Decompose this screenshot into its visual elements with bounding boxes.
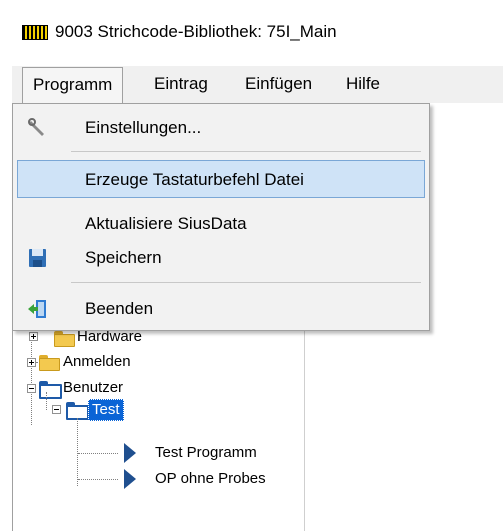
- menu-item-beenden[interactable]: Beenden: [17, 290, 425, 328]
- barcode-icon: [22, 25, 48, 41]
- tree-item-test-programm[interactable]: Test Programm: [155, 443, 257, 463]
- wrench-icon: [28, 118, 44, 136]
- program-arrow-icon: [124, 443, 136, 463]
- tree-item-test[interactable]: Test: [88, 399, 124, 421]
- tree-line: [46, 392, 48, 410]
- menu-item-label: Einstellungen...: [85, 118, 202, 137]
- menu-item-label: Speichern: [85, 248, 162, 267]
- tree-line: [77, 418, 79, 486]
- folder-icon: [54, 331, 75, 347]
- expander-hardware[interactable]: [29, 332, 38, 341]
- expander-anmelden[interactable]: [27, 358, 36, 367]
- tree-item-benutzer[interactable]: Benutzer: [63, 378, 123, 398]
- menu-programm[interactable]: Programm: [22, 67, 124, 103]
- menu-item-erzeuge-tastaturbefehl-datei[interactable]: Erzeuge Tastaturbefehl Datei: [17, 160, 425, 198]
- title-bar: 9003 Strichcode-Bibliothek: 75I_Main: [0, 0, 503, 66]
- expander-test[interactable]: [52, 405, 61, 414]
- menu-hilfe[interactable]: Hilfe: [336, 66, 390, 101]
- tree-line: [78, 479, 118, 481]
- menu-einfuegen[interactable]: Einfügen: [235, 66, 322, 101]
- programm-dropdown-menu: Einstellungen... Erzeuge Tastaturbefehl …: [12, 103, 430, 331]
- menu-separator: [71, 151, 421, 152]
- menu-item-speichern[interactable]: Speichern: [17, 239, 425, 277]
- folder-open-icon: [66, 402, 89, 420]
- tree-line: [31, 329, 33, 425]
- menu-item-einstellungen[interactable]: Einstellungen...: [17, 109, 425, 147]
- floppy-disk-icon: [29, 249, 46, 267]
- exit-door-icon: [28, 300, 46, 318]
- menu-eintrag[interactable]: Eintrag: [144, 66, 218, 101]
- folder-icon: [39, 355, 60, 371]
- window-title: 9003 Strichcode-Bibliothek: 75I_Main: [55, 22, 337, 41]
- folder-open-icon: [39, 381, 62, 399]
- menu-separator: [71, 282, 421, 283]
- tree-item-op-ohne-probes[interactable]: OP ohne Probes: [155, 469, 266, 489]
- menu-item-aktualisiere-siusdata[interactable]: Aktualisiere SiusData: [17, 205, 425, 243]
- tree-item-anmelden[interactable]: Anmelden: [63, 352, 131, 372]
- menu-item-label: Aktualisiere SiusData: [85, 214, 247, 233]
- menu-item-label: Beenden: [85, 299, 154, 318]
- expander-benutzer[interactable]: [27, 384, 36, 393]
- menu-item-label: Erzeuge Tastaturbefehl Datei: [85, 170, 304, 189]
- program-arrow-icon: [124, 469, 136, 489]
- menu-bar: Programm Eintrag Einfügen Hilfe: [12, 66, 503, 103]
- tree-line: [78, 453, 118, 455]
